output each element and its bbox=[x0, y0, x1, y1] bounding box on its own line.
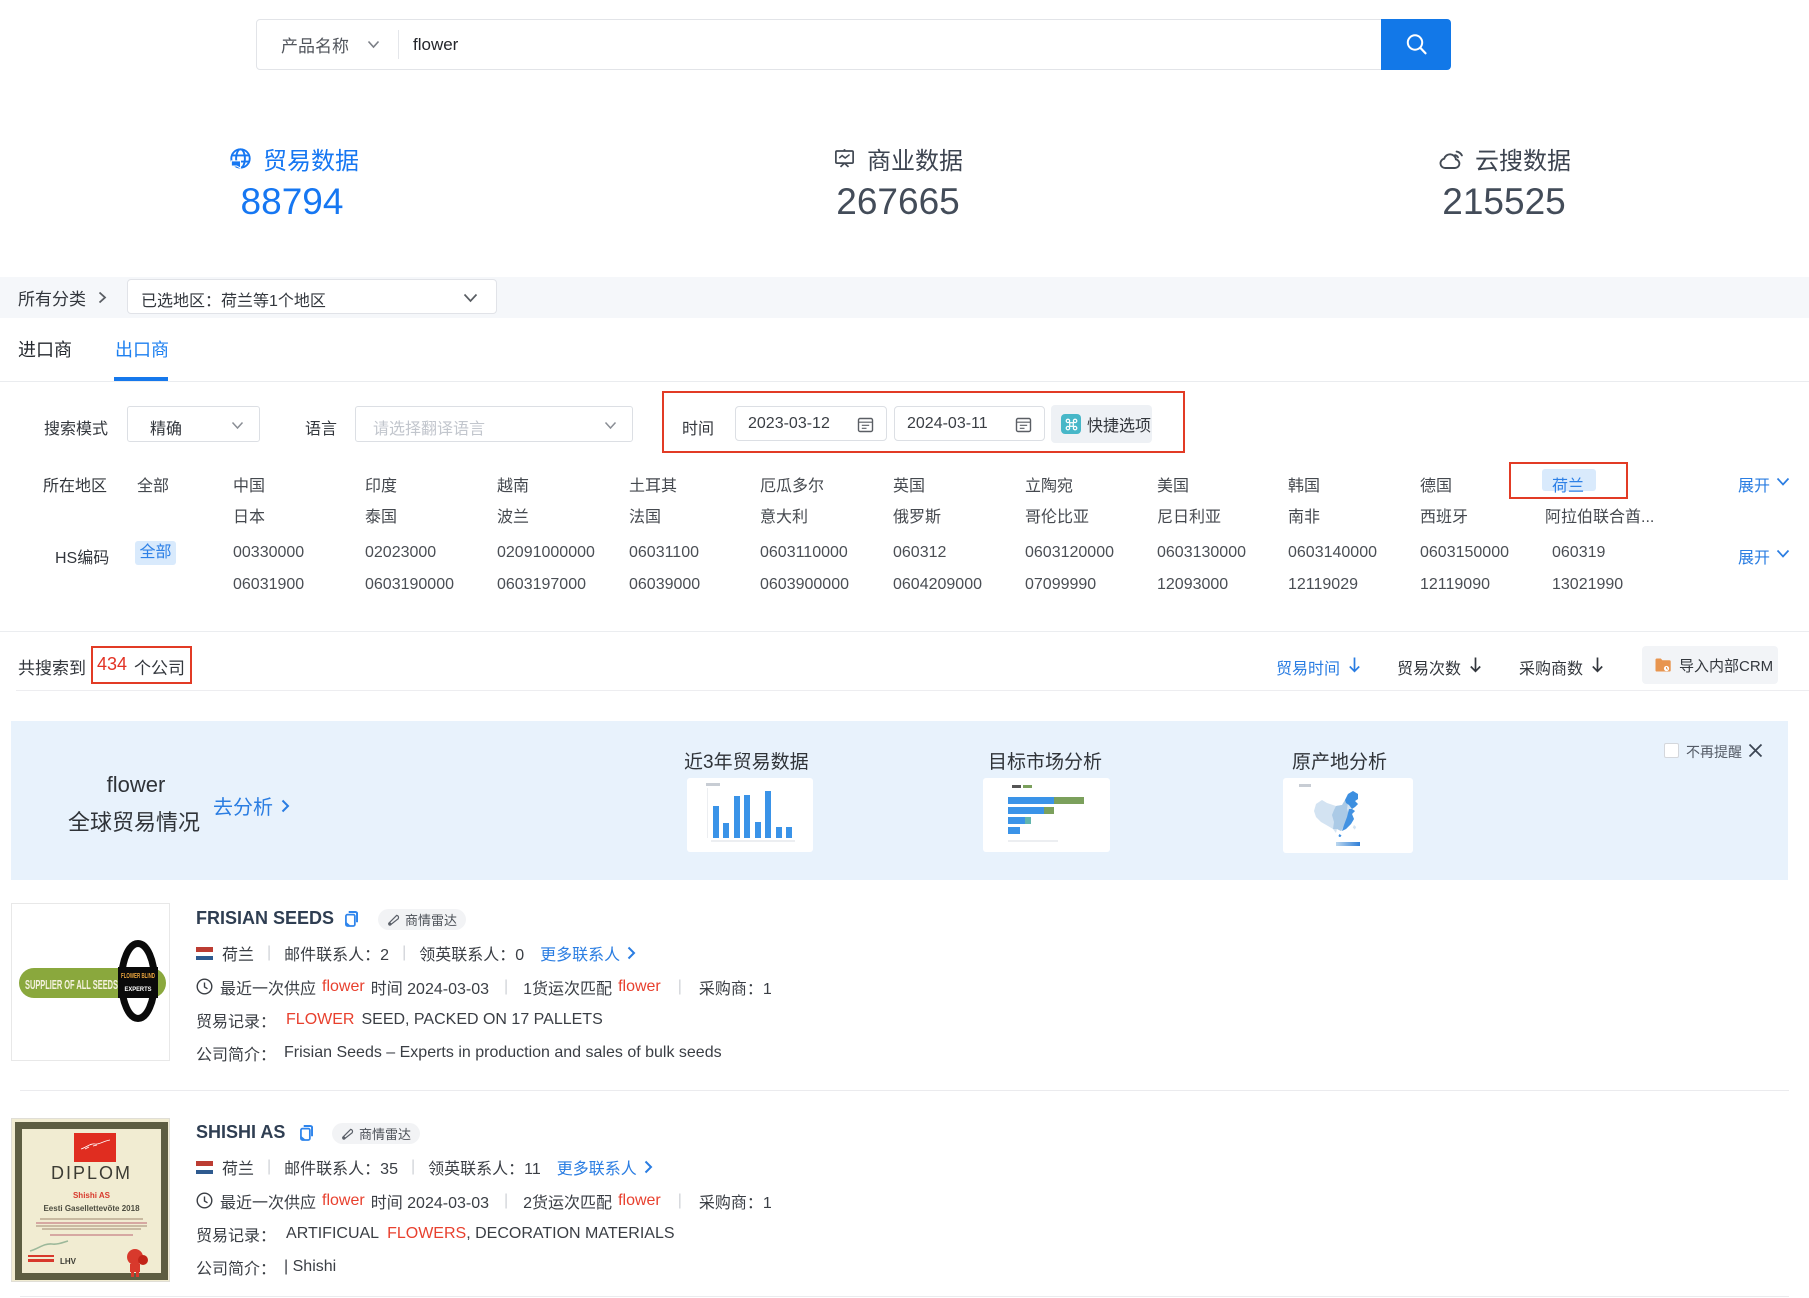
svg-text:FLOWER BLIND: FLOWER BLIND bbox=[121, 971, 155, 980]
svg-text:EXPERTS: EXPERTS bbox=[125, 986, 152, 993]
svg-text:SUPPLIER OF ALL SEEDS: SUPPLIER OF ALL SEEDS bbox=[25, 977, 118, 992]
